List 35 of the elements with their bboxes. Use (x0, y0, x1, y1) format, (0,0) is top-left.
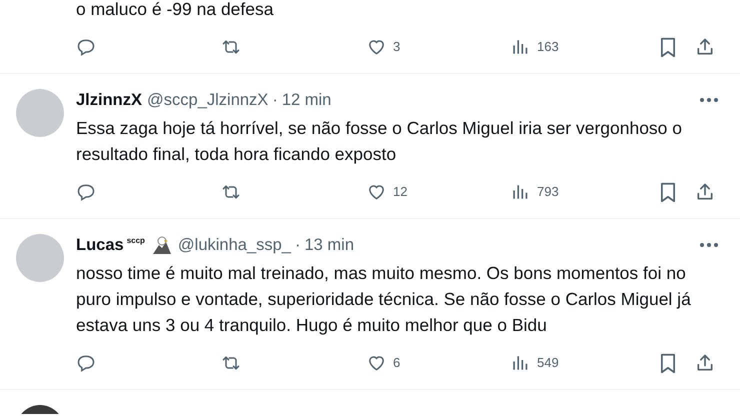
reply-icon[interactable] (76, 182, 96, 202)
bookmark-icon[interactable] (659, 352, 677, 374)
share-icon[interactable] (695, 37, 715, 57)
like-count: 12 (393, 183, 408, 202)
like-count: 6 (393, 354, 400, 372)
post-text: nosso time é muito mal treinado, mas muito mesmo. Os bons momentos foi no puro impulso e vontade, superioridade técnica. Se não fosse o Carlos Miguel já estava uns 3 ou 4 tranquilo. Hugo é muito melhor que o Bidu (76, 262, 692, 337)
bookmark-icon[interactable] (659, 36, 677, 58)
more-icon[interactable] (700, 243, 718, 247)
heart-icon[interactable] (366, 182, 387, 202)
like-count: 3 (393, 38, 400, 56)
bookmark-icon[interactable] (659, 182, 677, 202)
share-icon[interactable] (695, 353, 715, 373)
user-name[interactable]: JlzinnzX (76, 88, 142, 112)
share-icon[interactable] (695, 182, 715, 202)
post-text: o maluco é -99 na defesa (76, 0, 274, 21)
user-handle[interactable]: @lukinha_ssp_ (178, 232, 291, 258)
heart-icon[interactable] (366, 37, 387, 57)
reply-icon[interactable] (76, 353, 96, 373)
user-handle[interactable]: @sccp_JlzinnzX (147, 88, 268, 112)
post-text: Essa zaga hoje tá horrível, se não fosse o Carlos Miguel iria ser vergonhoso o resultado final, toda hora ficando exposto (76, 117, 684, 166)
bar-chart-icon[interactable] (511, 183, 529, 201)
view-count: 163 (537, 38, 559, 56)
heart-icon[interactable] (366, 353, 387, 373)
user-name[interactable]: Lucas (76, 232, 124, 258)
name-tag: sccp (126, 235, 145, 247)
bar-chart-icon[interactable] (511, 354, 529, 372)
view-count: 549 (537, 354, 559, 372)
view-count: 793 (537, 183, 559, 202)
separator-dot: · (295, 234, 300, 256)
separator-dot: · (272, 90, 278, 111)
post-time[interactable]: 12 min (282, 88, 332, 112)
more-icon[interactable] (700, 98, 718, 102)
bar-chart-icon[interactable] (511, 38, 529, 56)
post-time[interactable]: 13 min (304, 232, 354, 258)
reply-icon[interactable] (76, 37, 96, 57)
